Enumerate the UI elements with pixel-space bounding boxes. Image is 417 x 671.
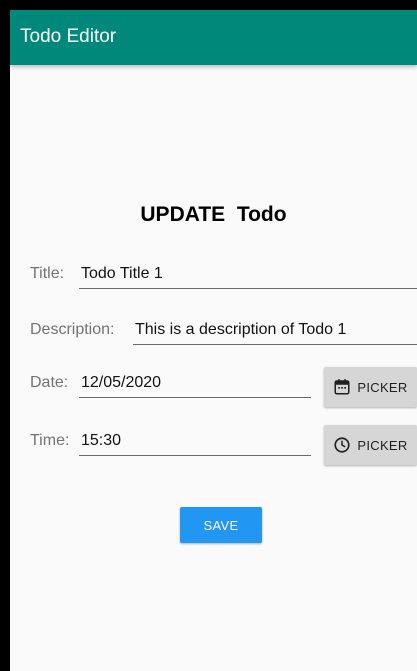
description-row: Description: bbox=[30, 315, 417, 347]
date-picker-button[interactable]: PICKER bbox=[324, 367, 417, 407]
time-input[interactable] bbox=[79, 426, 311, 456]
title-input[interactable] bbox=[79, 259, 417, 289]
time-picker-label: PICKER bbox=[357, 437, 408, 453]
app-bar: Todo Editor bbox=[10, 10, 417, 65]
date-picker-label: PICKER bbox=[357, 379, 408, 395]
date-input[interactable] bbox=[79, 368, 311, 398]
title-label: Title: bbox=[30, 265, 65, 282]
calendar-icon bbox=[333, 378, 351, 396]
app-bar-title: Todo Editor bbox=[20, 26, 117, 47]
time-label: Time: bbox=[30, 432, 70, 449]
date-label: Date: bbox=[30, 374, 69, 391]
save-button[interactable]: SAVE bbox=[180, 507, 262, 543]
form-heading: UPDATE Todo bbox=[140, 203, 287, 226]
description-label: Description: bbox=[30, 321, 115, 338]
description-input[interactable] bbox=[133, 315, 417, 345]
title-row: Title: bbox=[30, 259, 417, 291]
app-screen: Todo Editor UPDATE Todo Title: Descripti… bbox=[10, 10, 417, 671]
clock-icon bbox=[333, 436, 351, 454]
time-picker-button[interactable]: PICKER bbox=[324, 425, 417, 465]
